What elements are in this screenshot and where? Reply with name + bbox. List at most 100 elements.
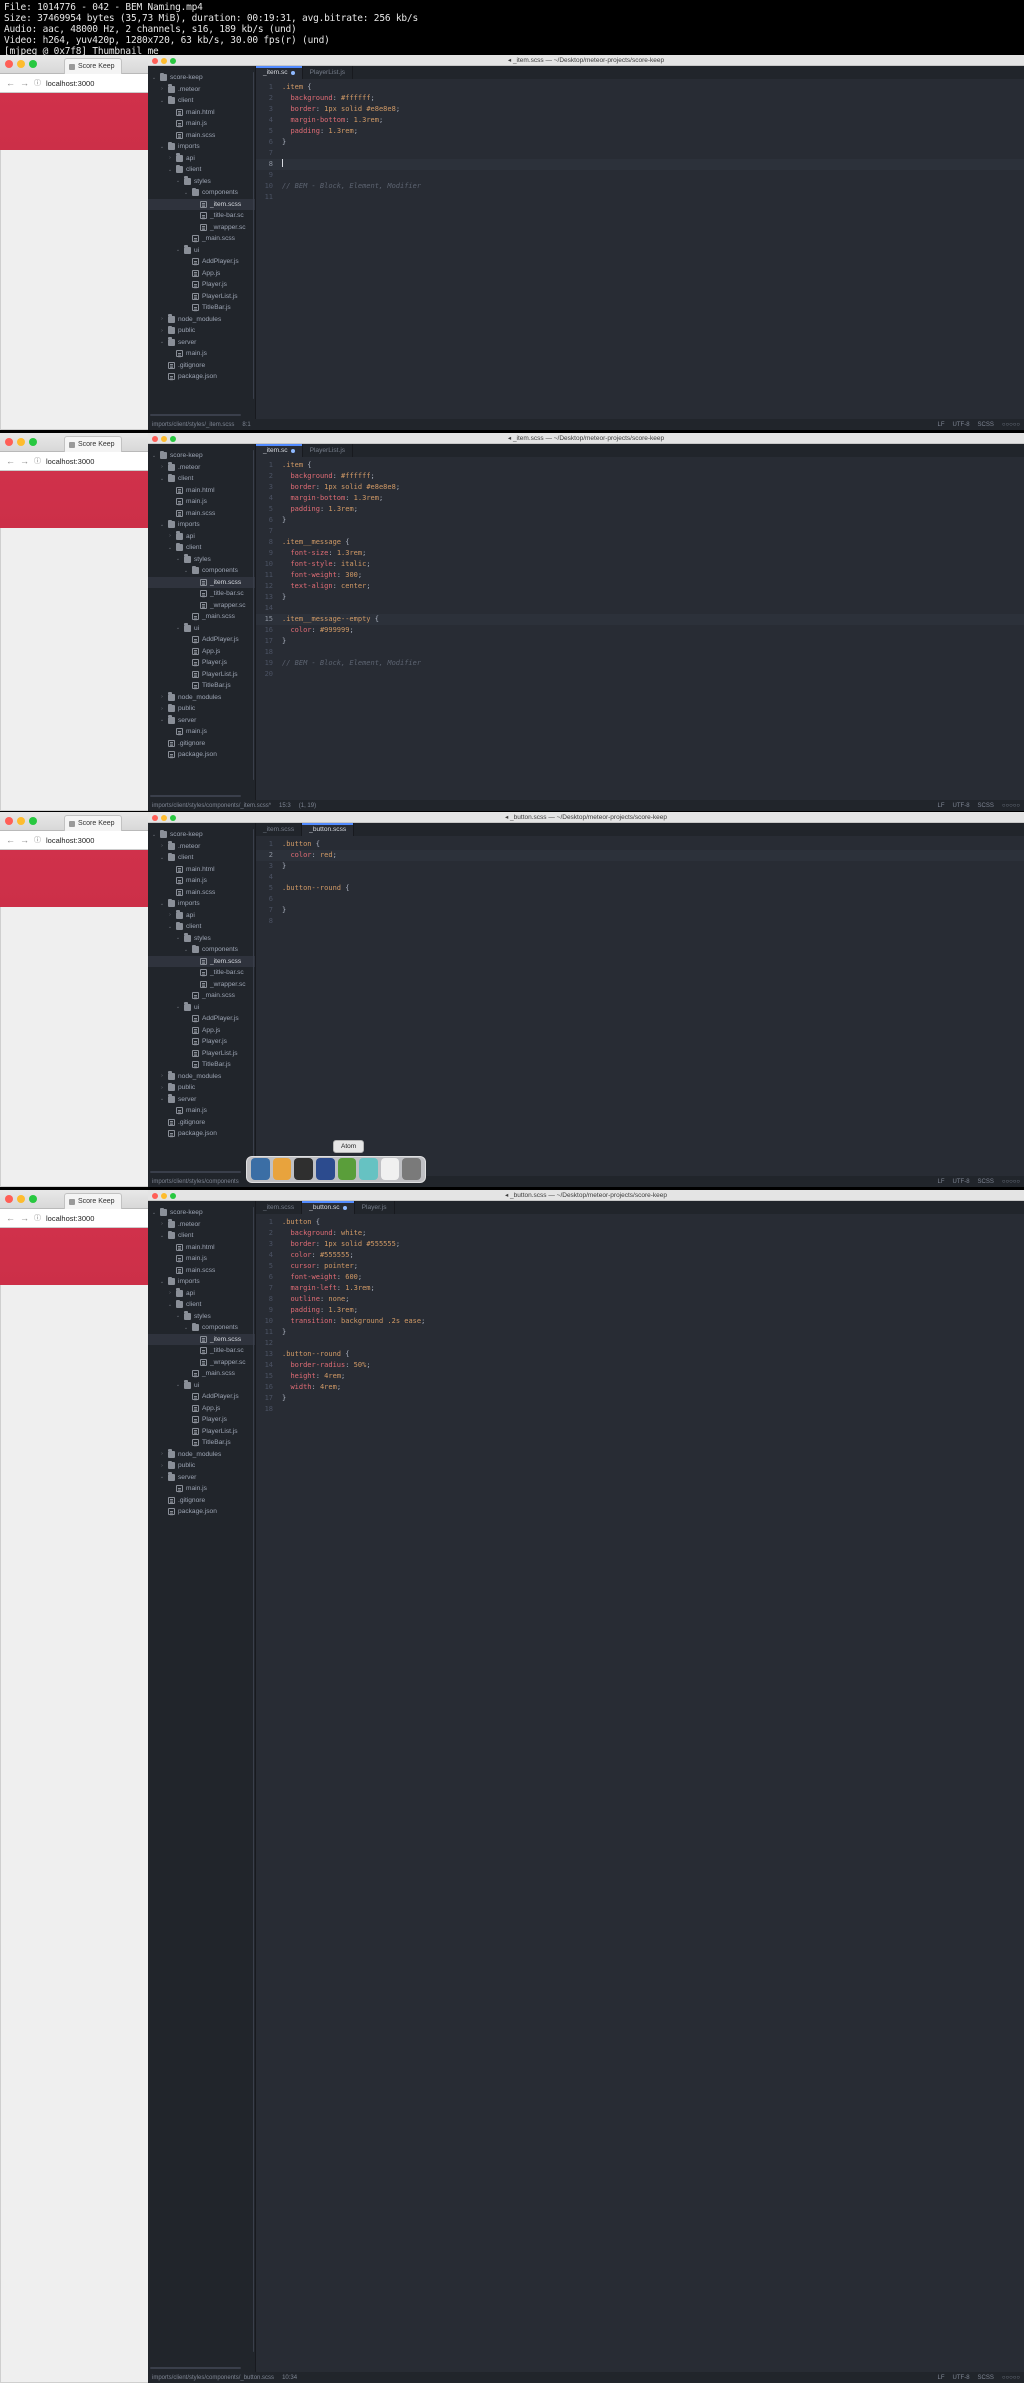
tree-item[interactable]: Player.js (148, 279, 255, 291)
tree-item[interactable]: App.js (148, 1025, 255, 1037)
tree-item[interactable]: ⌄ components (148, 1322, 255, 1334)
status-encoding[interactable]: UTF-8 (953, 422, 970, 428)
dock-app-icon[interactable] (337, 1158, 357, 1180)
tree-item[interactable]: main.js (148, 496, 255, 508)
tree-item[interactable]: › public (148, 703, 255, 715)
tree-item[interactable]: main.js (148, 118, 255, 130)
browser-url-bar[interactable]: ← → ⓘ localhost:3000 (0, 452, 152, 471)
tree-item[interactable]: main.html (148, 107, 255, 119)
editor-tab[interactable]: _item.sc (256, 66, 303, 79)
tree-item[interactable]: main.js (148, 1105, 255, 1117)
status-cursor-position[interactable]: 15:3 (279, 803, 291, 809)
tree-item[interactable]: ⌄ client (148, 542, 255, 554)
status-encoding[interactable]: UTF-8 (953, 803, 970, 809)
tree-item[interactable]: _wrapper.sc (148, 1357, 255, 1369)
back-icon[interactable]: ← (6, 835, 15, 845)
browser-url-text[interactable]: localhost:3000 (46, 1214, 94, 1223)
tree-vertical-scrollbar[interactable] (252, 1207, 254, 2352)
editor-tab[interactable]: _item.scss (256, 823, 303, 836)
status-encoding[interactable]: UTF-8 (953, 1179, 970, 1185)
tree-item[interactable]: PlayerList.js (148, 1048, 255, 1060)
tree-item[interactable]: PlayerList.js (148, 291, 255, 303)
file-tree[interactable]: ⌄ score-keep › .meteor ⌄ client main.html main.… (148, 444, 255, 800)
tree-item[interactable]: AddPlayer.js (148, 1391, 255, 1403)
minimize-window-button[interactable] (17, 60, 25, 68)
tree-item[interactable]: TitleBar.js (148, 680, 255, 692)
status-grammar[interactable]: SCSS (978, 803, 994, 809)
tree-vertical-scrollbar[interactable] (252, 450, 254, 780)
tree-item[interactable]: App.js (148, 1403, 255, 1415)
tree-item[interactable]: ⌄ server (148, 337, 255, 349)
forward-icon[interactable]: → (20, 456, 29, 466)
dock-app-icon[interactable] (359, 1158, 378, 1180)
tree-item-selected[interactable]: _item.scss (148, 576, 255, 588)
status-cursor-position[interactable]: 10:34 (282, 2375, 297, 2381)
tree-item[interactable]: main.scss (148, 130, 255, 142)
tree-item[interactable]: main.js (148, 1253, 255, 1265)
tree-item[interactable]: _title-bar.sc (148, 210, 255, 222)
editor-tab[interactable]: _button.sc (302, 1201, 355, 1214)
browser-tab[interactable]: Score Keep (64, 1193, 122, 1209)
maximize-window-button[interactable] (29, 817, 37, 825)
tree-item[interactable]: Player.js (148, 657, 255, 669)
tree-item[interactable]: main.js (148, 726, 255, 738)
tree-item[interactable]: _wrapper.sc (148, 600, 255, 612)
editor-tab[interactable]: _button.scss (302, 823, 355, 836)
editor-tab[interactable]: PlayerList.js (302, 66, 354, 79)
browser-tab[interactable]: Score Keep (64, 815, 122, 831)
forward-icon[interactable]: → (20, 78, 29, 88)
tree-item[interactable]: ⌄ score-keep (148, 450, 255, 462)
browser-nav-buttons[interactable]: ← → (6, 456, 29, 466)
close-window-button[interactable] (5, 60, 13, 68)
tree-item[interactable]: ⌄ ui (148, 245, 255, 257)
dock-app-icon[interactable] (402, 1158, 421, 1180)
status-encoding[interactable]: UTF-8 (953, 2375, 970, 2381)
status-git-indicator[interactable]: ○○○○○ (1002, 803, 1020, 809)
status-git-indicator[interactable]: ○○○○○ (1002, 422, 1020, 428)
tree-item[interactable]: ⌄ imports (148, 141, 255, 153)
tree-item[interactable]: ⌄ client (148, 921, 255, 933)
code-editor[interactable]: _item.sc PlayerList.js 1 .item {2 backgroun… (255, 66, 1024, 419)
code-content[interactable]: 1 .item {2 background: #ffffff; 3 border: … (256, 79, 1024, 419)
tree-item[interactable]: _wrapper.sc (148, 979, 255, 991)
tree-item[interactable]: ⌄ score-keep (148, 72, 255, 84)
maximize-window-button[interactable] (29, 60, 37, 68)
tree-item[interactable]: › node_modules (148, 692, 255, 704)
dock-app-icon[interactable] (251, 1158, 270, 1180)
tree-item[interactable]: ⌄ client (148, 473, 255, 485)
status-line-ending[interactable]: LF (938, 803, 945, 809)
tree-item[interactable]: ⌄ ui (148, 1002, 255, 1014)
maximize-window-button[interactable] (29, 1195, 37, 1203)
macos-dock[interactable] (246, 1156, 426, 1183)
tree-item[interactable]: ⌄ server (148, 1094, 255, 1106)
tree-item[interactable]: › node_modules (148, 1071, 255, 1083)
tree-item[interactable]: ⌄ client (148, 1230, 255, 1242)
tree-item[interactable]: package.json (148, 1506, 255, 1518)
tree-item[interactable]: › api (148, 531, 255, 543)
browser-url-bar[interactable]: ← → ⓘ localhost:3000 (0, 74, 152, 93)
status-line-ending[interactable]: LF (938, 422, 945, 428)
tree-item-selected[interactable]: _item.scss (148, 198, 255, 210)
tree-item[interactable]: _title-bar.sc (148, 588, 255, 600)
browser-nav-buttons[interactable]: ← → (6, 78, 29, 88)
tree-item[interactable]: ⌄ imports (148, 898, 255, 910)
minimize-window-button[interactable] (17, 817, 25, 825)
close-window-button[interactable] (5, 438, 13, 446)
tree-item[interactable]: App.js (148, 268, 255, 280)
tree-item[interactable]: .gitignore (148, 1495, 255, 1507)
tree-item[interactable]: _title-bar.sc (148, 1345, 255, 1357)
tree-item[interactable]: main.js (148, 348, 255, 360)
tree-item[interactable]: PlayerList.js (148, 669, 255, 681)
tree-item[interactable]: ⌄ imports (148, 519, 255, 531)
tree-item[interactable]: ⌄ server (148, 1472, 255, 1484)
close-window-button[interactable] (5, 817, 13, 825)
tree-item[interactable]: › api (148, 910, 255, 922)
tree-horizontal-scrollbar[interactable] (150, 414, 241, 416)
browser-tab[interactable]: Score Keep (64, 436, 122, 452)
tree-item[interactable]: TitleBar.js (148, 1059, 255, 1071)
tree-item[interactable]: ⌄ ui (148, 1380, 255, 1392)
tree-item[interactable]: main.html (148, 485, 255, 497)
dock-app-icon[interactable] (272, 1158, 292, 1180)
editor-tab[interactable]: PlayerList.js (302, 444, 354, 457)
file-tree[interactable]: ⌄ score-keep › .meteor ⌄ client main.html main.… (148, 66, 255, 419)
